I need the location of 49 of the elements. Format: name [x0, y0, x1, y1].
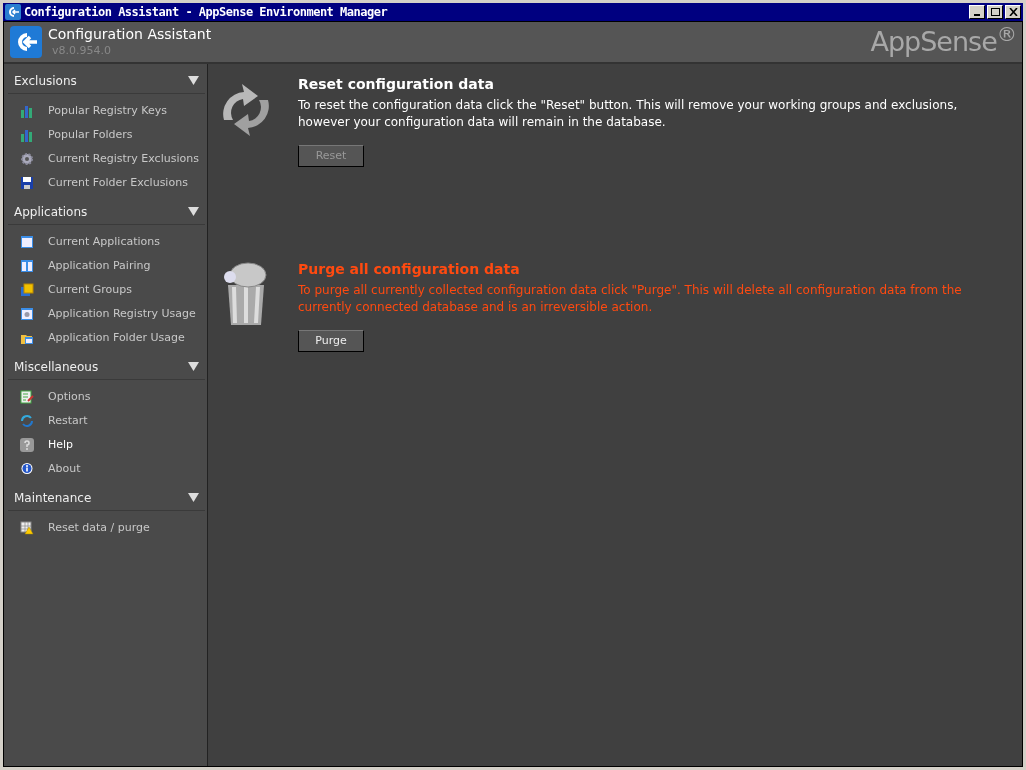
collapse-triangle-icon: [188, 206, 199, 217]
sidebar-item[interactable]: Help: [8, 433, 205, 457]
sidebar-item[interactable]: Options: [8, 385, 205, 409]
grid-warning-icon: [20, 521, 34, 535]
sidebar-item[interactable]: Application Pairing: [8, 254, 205, 278]
app-logo-icon: [10, 26, 42, 58]
section-header[interactable]: Applications: [8, 199, 205, 225]
collapse-triangle-icon: [188, 361, 199, 372]
section-title: Purge all configuration data: [298, 260, 521, 279]
sidebar-item[interactable]: Current Applications: [8, 230, 205, 254]
brand-logo-text: AppSense$^{®}$: [870, 21, 1016, 59]
sidebar-item[interactable]: Current Folder Exclusions: [8, 171, 205, 195]
app-title: Configuration Assistant: [48, 26, 212, 44]
section-header[interactable]: Maintenance: [8, 485, 205, 511]
minimize-button[interactable]: [969, 5, 985, 19]
close-button[interactable]: [1005, 5, 1021, 19]
split-window-icon: [20, 259, 34, 273]
sidebar-item[interactable]: Popular Folders: [8, 123, 205, 147]
bar-chart-icon: [20, 104, 34, 118]
bar-chart-icon: [20, 128, 34, 142]
info-icon: [20, 462, 34, 476]
window-icon: [20, 235, 34, 249]
sidebar-item[interactable]: Current Groups: [8, 278, 205, 302]
collapse-triangle-icon: [188, 75, 199, 86]
maximize-icon: [990, 8, 1000, 16]
section-description: To reset the configuration data click the "Reset" button. This will remove your working groups and exclusions, however your configuration data will remain in the database.: [298, 97, 959, 131]
refresh-arrows-icon: [20, 414, 34, 428]
section-header[interactable]: Exclusions: [8, 68, 205, 94]
sidebar-item[interactable]: About: [8, 457, 205, 481]
sidebar-item[interactable]: Restart: [8, 409, 205, 433]
sidebar-item[interactable]: Application Folder Usage: [8, 326, 205, 350]
app-logo-icon: [5, 4, 21, 20]
gear-icon: [20, 152, 34, 166]
sidebar-item[interactable]: Current Registry Exclusions: [8, 147, 205, 171]
maximize-button[interactable]: [987, 5, 1003, 19]
purge-button[interactable]: Purge: [298, 330, 364, 352]
sidebar-item[interactable]: Application Registry Usage: [8, 302, 205, 326]
sidebar-item[interactable]: Popular Registry Keys: [8, 99, 205, 123]
section-header[interactable]: Miscellaneous: [8, 354, 205, 380]
collapse-triangle-icon: [188, 492, 199, 503]
sidebar-item[interactable]: Reset data / purge: [8, 516, 205, 540]
close-icon: [1008, 8, 1018, 16]
section-description: To purge all currently collected configuration data click "Purge". This will delete all configuration data from the currently connected database and is an irreversible action.: [298, 282, 963, 316]
section-title: Reset configuration data: [298, 75, 495, 94]
checklist-pencil-icon: [20, 390, 34, 404]
help-icon: [20, 438, 34, 452]
window-gear-icon: [20, 307, 34, 321]
window-title: Configuration Assistant - AppSense Environment Manager: [24, 4, 388, 21]
overlapping-squares-icon: [20, 283, 34, 297]
